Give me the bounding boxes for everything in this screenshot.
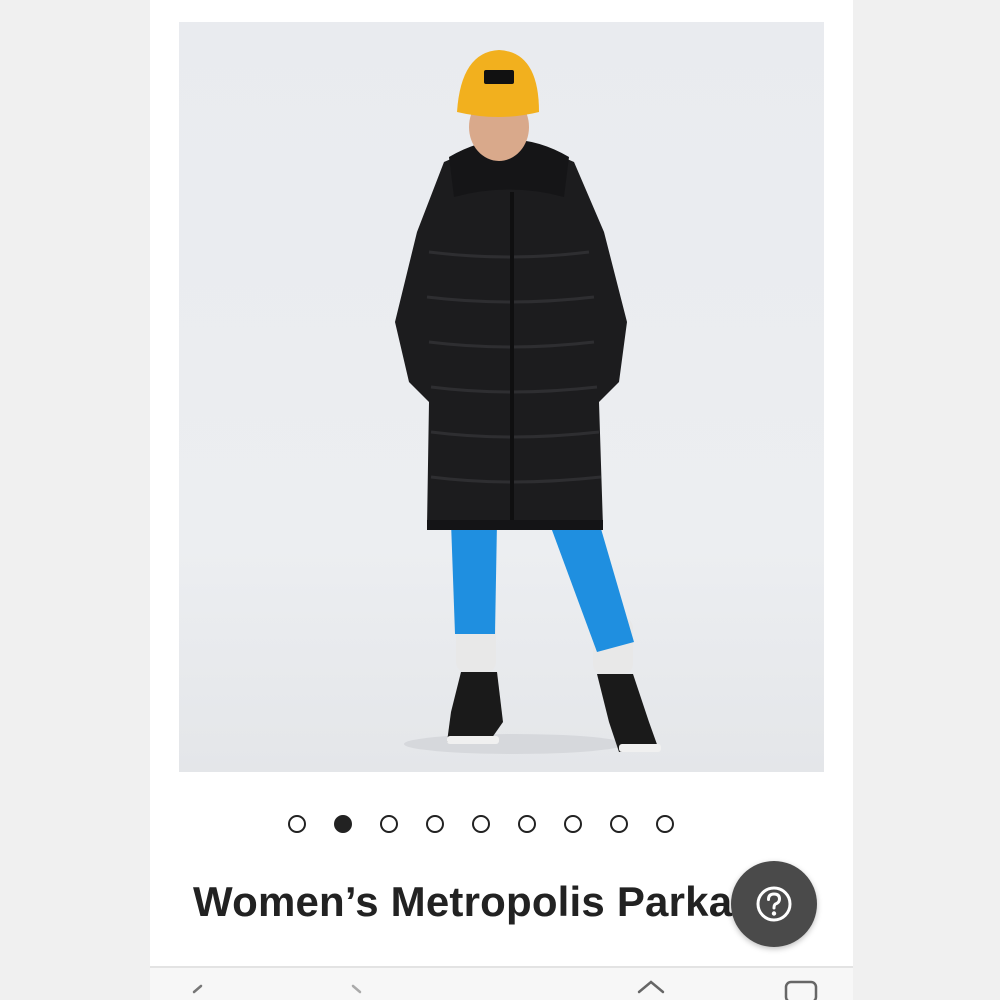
left-legging <box>451 522 497 634</box>
browser-bottom-bar <box>150 966 853 1000</box>
left-background-blur <box>0 0 150 1000</box>
carousel-dot-1[interactable] <box>288 815 306 833</box>
model-illustration <box>395 50 661 754</box>
product-page: Women’s Metropolis Parka <box>150 0 853 1000</box>
carousel-dot-9[interactable] <box>656 815 674 833</box>
tabs-icon[interactable] <box>784 978 818 1000</box>
carousel-dot-8[interactable] <box>610 815 628 833</box>
home-icon[interactable] <box>636 978 666 1000</box>
carousel-dot-5[interactable] <box>472 815 490 833</box>
help-button[interactable] <box>731 861 817 947</box>
carousel-dot-2[interactable] <box>334 815 352 833</box>
question-circle-icon <box>756 886 792 922</box>
floor-shadow <box>404 734 624 754</box>
carousel-dots <box>288 815 674 839</box>
left-boot-sole <box>447 736 499 744</box>
left-boot <box>447 672 503 742</box>
right-legging <box>549 522 634 652</box>
forward-chevron-icon[interactable] <box>346 982 366 1000</box>
right-background-blur <box>850 0 1000 1000</box>
carousel-dot-4[interactable] <box>426 815 444 833</box>
right-boot-sole <box>619 744 661 752</box>
carousel-dot-7[interactable] <box>564 815 582 833</box>
product-title: Women’s Metropolis Parka <box>193 878 733 925</box>
jacket-hem <box>427 520 603 530</box>
carousel-dot-6[interactable] <box>518 815 536 833</box>
beanie-logo <box>484 70 514 84</box>
back-chevron-icon[interactable] <box>188 982 208 1000</box>
carousel-dot-3[interactable] <box>380 815 398 833</box>
product-photo[interactable] <box>179 22 824 772</box>
